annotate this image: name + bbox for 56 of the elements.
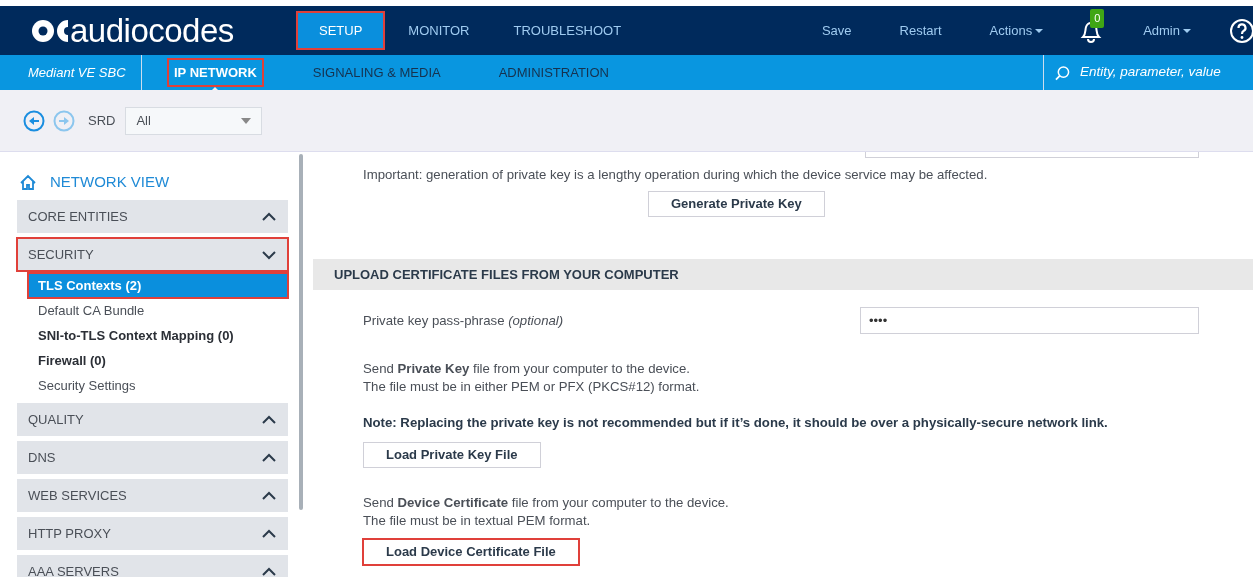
chevron-down-icon [262,249,276,260]
help-icon[interactable] [1229,17,1253,44]
chevron-up-icon [262,528,276,539]
nav-tab[interactable]: ADMINISTRATION [492,58,615,87]
action-button[interactable]: Load Private Key File [363,441,541,468]
sidebar-group[interactable]: AAA SERVERS [17,555,288,577]
scrollbar[interactable] [299,154,303,510]
input-field[interactable] [865,152,1199,158]
sidebar-group[interactable]: WEB SERVICES [17,479,288,512]
network-view-link[interactable]: NETWORK VIEW [50,170,170,194]
home-icon [19,173,37,191]
sidebar-item[interactable]: Default CA Bundle [28,298,288,323]
srd-label: SRD [88,111,116,130]
chevron-up-icon [262,566,276,577]
chevron-up-icon [262,211,276,222]
user-menu[interactable]: Admin [1133,11,1201,50]
sidebar-group[interactable]: CORE ENTITIES [17,200,288,233]
description-text: Send Private Key file from your computer to the device. [362,360,691,378]
logo-text: audiocodes [70,14,234,47]
search-field[interactable]: Entity, parameter, value [1078,61,1253,84]
passphrase-field[interactable]: •••• [860,307,1199,334]
actions-dropdown[interactable]: Actions [965,11,1068,50]
back-icon[interactable] [23,109,45,132]
description-text: Important: generation of private key is a lengthy operation during which the device service may be affected. [362,166,989,184]
nav-tab[interactable]: SIGNALING & MEDIA [306,58,447,87]
sidebar-item[interactable]: Security Settings [28,373,288,398]
chevron-up-icon [262,490,276,501]
description-text: The file must be in textual PEM format. [362,511,592,530]
action-button[interactable]: Generate Private Key [648,191,825,217]
sidebar-group[interactable]: DNS [17,441,288,474]
search-icon [1055,64,1070,81]
note-text: Note: Replacing the private key is not recommended but if it’s done, it should be over a physically-secure network link. [362,414,1109,432]
section-header: UPLOAD CERTIFICATE FILES FROM YOUR COMPUTER [313,259,1253,290]
nav-link[interactable]: Restart [875,11,966,50]
description-text: Send Device Certificate file from your computer to the device. [362,493,730,512]
sidebar-group[interactable]: SECURITY [17,238,288,271]
sidebar-group[interactable]: QUALITY [17,403,288,436]
nav-link[interactable]: Save [797,11,876,50]
nav-tab[interactable]: MONITOR [388,11,490,50]
nav-tab[interactable]: TROUBLESHOOT [493,11,642,50]
notification-count: 0 [1090,9,1105,28]
description-text: The file must be in either PEM or PFX (PKCS#12) format. [362,378,701,396]
sidebar-item[interactable]: TLS Contexts (2) [28,273,288,298]
action-button[interactable]: Load Device Certificate File [363,538,579,565]
dropdown-icon [241,117,252,124]
field-label: Private key pass-phrase (optional) [363,311,565,330]
srd-select[interactable]: All [125,106,263,135]
sidebar-item[interactable]: Firewall (0) [28,348,288,373]
sidebar-item[interactable]: SNI-to-TLS Context Mapping (0) [28,323,288,348]
sidebar-group[interactable]: HTTP PROXY [17,517,288,550]
chevron-up-icon [262,414,276,425]
forward-icon[interactable] [53,109,75,132]
nav-tab[interactable]: SETUP [297,11,385,50]
chevron-up-icon [262,452,276,463]
caret-icon [1183,29,1191,34]
caret-icon [1035,29,1044,34]
